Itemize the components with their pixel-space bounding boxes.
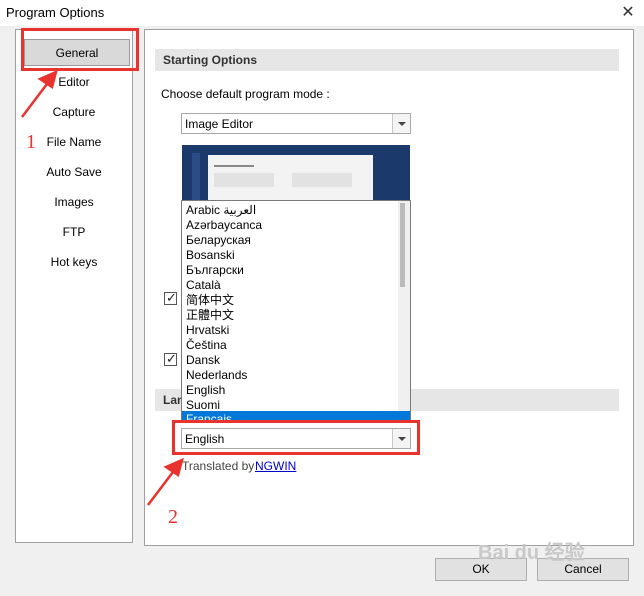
annotation-step-1: 1 [26, 131, 36, 153]
annotation-step-2: 2 [168, 506, 178, 528]
arrow-head-1 [37, 69, 58, 90]
watermark-logo: Bai du 经验 [478, 542, 585, 564]
arrow-line-1 [21, 79, 51, 118]
arrow-line-2 [147, 467, 177, 506]
annotation-arrows [21, 69, 184, 506]
arrow-head-2 [163, 457, 184, 478]
